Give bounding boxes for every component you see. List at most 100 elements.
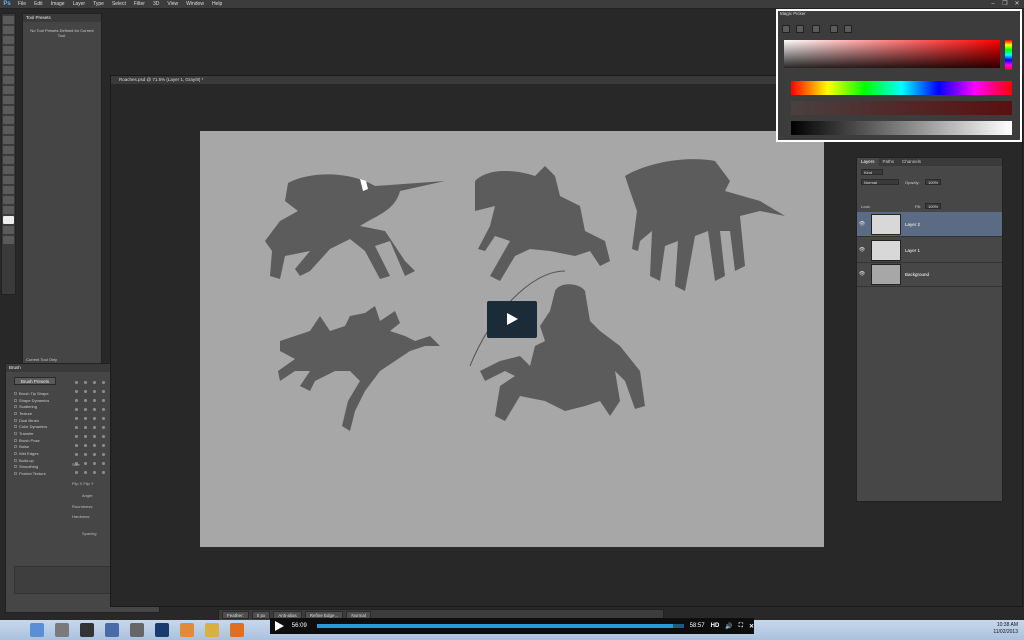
brush-option-item[interactable]: Texture xyxy=(14,410,69,417)
checkbox-icon[interactable] xyxy=(14,425,17,429)
tab-channels[interactable]: Channels xyxy=(898,158,925,166)
quick-select-tool-icon[interactable] xyxy=(3,46,14,54)
tab-paths[interactable]: Paths xyxy=(879,158,899,166)
path-select-tool-icon[interactable] xyxy=(3,176,14,184)
brush-tool-icon[interactable] xyxy=(3,86,14,94)
quick-mask-icon[interactable] xyxy=(3,226,14,234)
minimize-icon[interactable]: – xyxy=(988,0,998,8)
brush-option-item[interactable]: Transfer xyxy=(14,430,69,437)
eyedropper-tool-icon[interactable] xyxy=(3,66,14,74)
color-field[interactable] xyxy=(784,40,1000,68)
menu-window[interactable]: Window xyxy=(182,1,208,7)
menu-help[interactable]: Help xyxy=(208,1,226,7)
zoom-tool-icon[interactable] xyxy=(3,206,14,214)
foreground-swatch-icon[interactable] xyxy=(782,25,790,33)
brightness-slider[interactable] xyxy=(791,121,1012,135)
eraser-tool-icon[interactable] xyxy=(3,116,14,124)
checkbox-icon[interactable] xyxy=(14,405,17,409)
close-icon[interactable]: ✕ xyxy=(1012,0,1022,8)
close-video-icon[interactable]: ✕ xyxy=(749,623,754,630)
brush-option-item[interactable]: Noise xyxy=(14,444,69,451)
opacity-input[interactable]: 100% xyxy=(925,179,941,185)
app-icon[interactable] xyxy=(80,623,94,637)
checkbox-icon[interactable] xyxy=(14,398,17,402)
video-play-overlay-button[interactable] xyxy=(487,301,537,338)
brush-option-item[interactable]: Brush Pose xyxy=(14,437,69,444)
brush-option-item[interactable]: Scattering xyxy=(14,403,69,410)
brush-option-item[interactable]: Smoothing xyxy=(14,464,69,471)
brush-option-item[interactable]: Dual Brush xyxy=(14,417,69,424)
visibility-eye-icon[interactable]: 👁 xyxy=(857,247,867,253)
visibility-eye-icon[interactable]: 👁 xyxy=(857,221,867,227)
brush-option-item[interactable]: Wet Edges xyxy=(14,450,69,457)
menu-filter[interactable]: Filter xyxy=(130,1,149,7)
brush-option-item[interactable]: Protect Texture xyxy=(14,470,69,477)
play-button[interactable] xyxy=(270,618,284,634)
checkbox-icon[interactable] xyxy=(14,391,17,395)
menu-layer[interactable]: Layer xyxy=(69,1,90,7)
ie-icon[interactable] xyxy=(30,623,44,637)
lasso-tool-icon[interactable] xyxy=(3,36,14,44)
menu-image[interactable]: Image xyxy=(47,1,69,7)
wheel-icon[interactable] xyxy=(830,25,838,33)
blend-mode-select[interactable]: Normal xyxy=(861,179,899,185)
progress-bar[interactable] xyxy=(317,624,684,628)
gradient-tool-icon[interactable] xyxy=(3,126,14,134)
current-tool-only-checkbox[interactable]: Current Tool Only xyxy=(26,357,57,362)
checkbox-icon[interactable] xyxy=(14,438,17,442)
spacing-checkbox[interactable]: Spacing xyxy=(82,531,96,536)
visibility-eye-icon[interactable]: 👁 xyxy=(857,271,867,277)
screen-mode-icon[interactable] xyxy=(3,236,14,244)
move-tool-icon[interactable] xyxy=(3,16,14,24)
hand-tool-icon[interactable] xyxy=(3,196,14,204)
menu-view[interactable]: View xyxy=(163,1,182,7)
hue-slider[interactable] xyxy=(791,81,1012,95)
crop-tool-icon[interactable] xyxy=(3,56,14,64)
vlc-icon[interactable] xyxy=(230,623,244,637)
mode-icon[interactable] xyxy=(812,25,820,33)
menu-select[interactable]: Select xyxy=(108,1,130,7)
fill-input[interactable]: 100% xyxy=(925,203,941,209)
feather-input[interactable]: 0 px xyxy=(251,611,271,619)
app-icon[interactable] xyxy=(55,623,69,637)
tab-layers[interactable]: Layers xyxy=(857,158,879,166)
dodge-tool-icon[interactable] xyxy=(3,146,14,154)
layer-row[interactable]: 👁 Layer 1 xyxy=(857,238,1002,263)
square-icon[interactable] xyxy=(844,25,852,33)
layer-row[interactable]: 👁 Layer 2 xyxy=(857,212,1002,237)
app-icon[interactable] xyxy=(105,623,119,637)
menu-file[interactable]: File xyxy=(14,1,30,7)
brush-option-item[interactable]: Shape Dynamics xyxy=(14,397,69,404)
restore-icon[interactable]: ❐ xyxy=(1000,0,1010,8)
type-tool-icon[interactable] xyxy=(3,166,14,174)
fullscreen-icon[interactable]: ⛶ xyxy=(739,623,743,630)
brush-presets-button[interactable]: Brush Presets xyxy=(14,377,56,385)
checkbox-icon[interactable] xyxy=(14,465,17,469)
checkbox-icon[interactable] xyxy=(14,472,17,476)
marquee-tool-icon[interactable] xyxy=(3,26,14,34)
layer-kind-filter[interactable]: Kind xyxy=(861,169,883,175)
checkbox-icon[interactable] xyxy=(14,458,17,462)
tool-presets-tab[interactable]: Tool Presets xyxy=(23,14,101,22)
clock[interactable]: 10:38 AM 11/02/2013 xyxy=(993,622,1018,636)
flip-label[interactable]: Flip X Flip Y xyxy=(72,481,94,486)
hue-strip[interactable] xyxy=(1005,40,1012,70)
brush-option-item[interactable]: Color Dynamics xyxy=(14,423,69,430)
photoshop-icon[interactable] xyxy=(155,623,169,637)
brush-option-item[interactable]: Build-up xyxy=(14,457,69,464)
app-icon[interactable] xyxy=(180,623,194,637)
saturation-slider[interactable] xyxy=(791,101,1012,115)
layer-row[interactable]: 👁 Background xyxy=(857,262,1002,287)
pen-tool-icon[interactable] xyxy=(3,156,14,164)
brush-option-item[interactable]: Brush Tip Shape xyxy=(14,390,69,397)
canvas[interactable] xyxy=(200,131,824,547)
volume-icon[interactable]: 🔊 xyxy=(725,623,732,630)
blur-tool-icon[interactable] xyxy=(3,136,14,144)
color-swatches-icon[interactable] xyxy=(3,216,14,224)
hd-button[interactable]: HD xyxy=(711,623,720,629)
healing-tool-icon[interactable] xyxy=(3,76,14,84)
swap-colors-icon[interactable] xyxy=(796,25,804,33)
checkbox-icon[interactable] xyxy=(14,411,17,415)
menu-type[interactable]: Type xyxy=(89,1,108,7)
app-icon[interactable] xyxy=(130,623,144,637)
